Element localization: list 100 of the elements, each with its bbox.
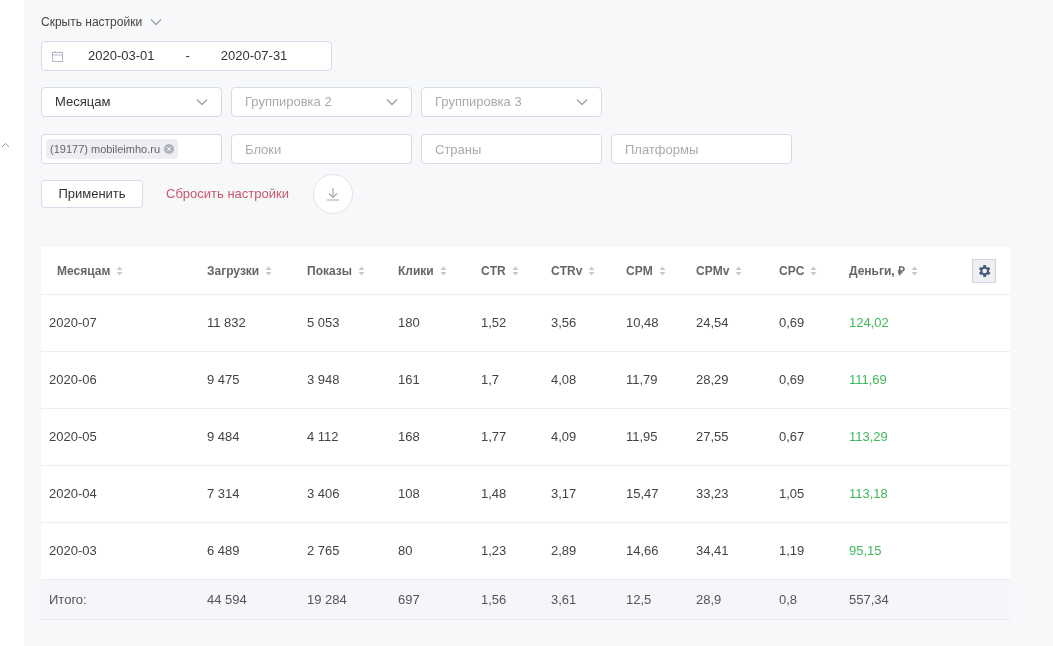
table-cell-text: 1,23 [481, 542, 508, 561]
table-cell-text: 3,56 [551, 314, 578, 333]
table-cell-text: 3,17 [551, 485, 578, 504]
sort-icon [265, 265, 273, 276]
table-cell-text: 80 [398, 542, 414, 561]
remove-icon[interactable] [164, 144, 175, 154]
column-header[interactable]: Загрузки [207, 261, 307, 280]
table-cell-text: 27,55 [696, 428, 730, 447]
total-cell-text: 19 284 [307, 590, 348, 609]
table-cell-text: 124,02 [849, 314, 890, 333]
column-header[interactable]: Клики [398, 261, 481, 280]
sort-icon [911, 265, 919, 276]
end-date: 2020-07-31 [220, 47, 288, 66]
table-cell-text: 7 314 [207, 485, 241, 504]
total-cell-text: 557,34 [849, 590, 890, 609]
table-cell-text: 11,95 [626, 428, 659, 447]
table-cell-text: 2020-04 [48, 485, 98, 504]
table-cell-text: 4,09 [551, 428, 578, 447]
chevron-down-icon [576, 98, 588, 106]
date-range-field[interactable]: 2020-03-01 - 2020-07-31 [41, 41, 332, 71]
table-cell-text: 161 [398, 371, 421, 390]
filter-input[interactable]: Блоки [231, 134, 412, 164]
table-cell-text: 2 765 [307, 542, 341, 561]
sort-icon [358, 265, 365, 276]
table-cell-text: 10,48 [626, 314, 660, 333]
table-cell-text: 11,79 [626, 371, 659, 390]
table-cell-text: 9 484 [207, 428, 241, 447]
table-cell-text: 34,41 [696, 542, 730, 561]
table-cell-text: 2020-06 [48, 371, 98, 390]
column-header[interactable]: Месяцам [41, 261, 207, 280]
table-cell-text: 33,23 [696, 485, 730, 504]
table-cell-text: 0,69 [779, 371, 806, 390]
total-cell-text: 1,56 [481, 590, 508, 609]
column-header[interactable]: Показы [307, 261, 398, 280]
table-cell-text: 113,18 [849, 485, 889, 504]
column-header[interactable]: CTR [481, 261, 551, 280]
table-cell-text: 3 406 [307, 485, 341, 504]
table-cell-text: 9 475 [207, 371, 241, 390]
table-cell-text: 180 [398, 314, 421, 333]
reset-settings-link[interactable]: Сбросить настройки [166, 184, 289, 204]
table-cell-text: 1,52 [481, 314, 508, 333]
total-cell-text: 12,5 [626, 590, 653, 609]
table-cell-text: 2020-07 [48, 314, 98, 333]
column-header[interactable]: CPC [779, 261, 849, 280]
sort-icon [511, 265, 519, 276]
sort-icon [658, 265, 666, 276]
total-cell-text: 3,61 [551, 590, 578, 609]
chevron-down-icon [196, 98, 208, 106]
download-button[interactable] [312, 174, 353, 214]
settings-button[interactable] [971, 258, 996, 283]
table-cell-text: 6 489 [207, 542, 241, 561]
total-cell-text: 44 594 [207, 590, 248, 609]
sort-icon [116, 265, 124, 276]
chevron-down-icon [150, 18, 163, 26]
column-header[interactable]: Деньги, ₽ [849, 261, 957, 280]
sort-icon [810, 265, 818, 276]
column-header[interactable]: CPMv [696, 261, 779, 280]
table-cell-text: 14,66 [626, 542, 660, 561]
total-cell-text: 28,9 [696, 590, 723, 609]
table-cell-text: 5 053 [307, 314, 341, 333]
column-header[interactable]: CTRv [551, 261, 626, 280]
table-cell-text: 3 948 [307, 371, 341, 390]
sort-icon [588, 265, 596, 276]
hide-settings-toggle[interactable]: Скрыть настройки [41, 13, 163, 31]
table-cell-text: 24,54 [696, 314, 730, 333]
calendar-icon [52, 50, 63, 62]
grouping-select[interactable]: Месяцам [41, 87, 222, 117]
table-cell-text: 1,48 [481, 485, 508, 504]
table-cell-text: 4 112 [307, 428, 340, 447]
site-select[interactable]: (19177) mobileimho.ru [41, 134, 222, 164]
site-tag: (19177) mobileimho.ru [46, 139, 179, 159]
table-cell-text: 95,15 [849, 542, 883, 561]
total-cell-text: 697 [398, 590, 421, 609]
table-cell-text: 4,08 [551, 371, 578, 390]
date-separator: - [185, 47, 190, 66]
total-cell-text: 0,8 [779, 590, 799, 609]
table-cell-text: 111,69 [849, 371, 888, 390]
total-cell-text: Итого: [48, 590, 88, 609]
sort-icon [735, 265, 743, 276]
start-date: 2020-03-01 [88, 47, 155, 66]
sort-icon [439, 265, 447, 276]
table-cell-text: 2,89 [551, 542, 578, 561]
table-cell-text: 28,29 [696, 371, 730, 390]
apply-button[interactable]: Применить [41, 180, 143, 208]
chevron-up-icon[interactable] [1, 142, 10, 148]
chevron-down-icon [386, 98, 398, 106]
filter-input[interactable]: Страны [421, 134, 602, 164]
table-cell-text: 0,69 [779, 314, 806, 333]
table-cell-text: 1,19 [779, 542, 806, 561]
table-cell-text: 0,67 [779, 428, 806, 447]
table-cell-text: 168 [398, 428, 421, 447]
table-cell-text: 2020-03 [48, 542, 98, 561]
filter-input[interactable]: Платформы [611, 134, 792, 164]
table-cell-text: 1,05 [779, 485, 806, 504]
table-cell-text: 15,47 [626, 485, 660, 504]
table-cell-text: 113,29 [849, 428, 889, 447]
download-icon [325, 187, 340, 201]
table-cell-text: 1,7 [481, 371, 501, 390]
column-header[interactable]: CPM [626, 261, 696, 280]
table-cell-text: 2020-05 [48, 428, 98, 447]
